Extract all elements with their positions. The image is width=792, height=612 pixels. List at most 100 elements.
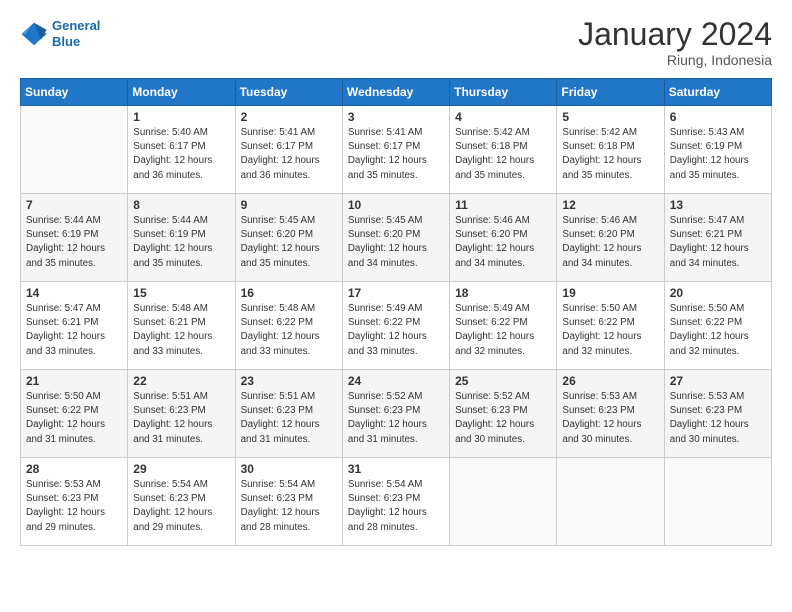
day-info: Sunrise: 5:54 AMSunset: 6:23 PMDaylight:… [241, 478, 337, 535]
day-info: Sunrise: 5:44 AMSunset: 6:19 PMDaylight:… [133, 214, 229, 271]
day-detail-line: Daylight: 12 hours [670, 331, 749, 342]
table-row [557, 458, 664, 546]
day-detail-line: Daylight: 12 hours [455, 419, 534, 430]
day-info: Sunrise: 5:43 AMSunset: 6:19 PMDaylight:… [670, 126, 766, 183]
table-row: 2 Sunrise: 5:41 AMSunset: 6:17 PMDaylight… [235, 106, 342, 194]
day-detail-line: Sunrise: 5:44 AM [133, 215, 208, 226]
day-detail-line: Sunset: 6:20 PM [241, 229, 313, 240]
header-tuesday: Tuesday [235, 79, 342, 106]
day-info: Sunrise: 5:42 AM Sunset: 6:18 PM Daylight:… [562, 126, 658, 183]
day-detail-line: and 34 minutes. [348, 258, 418, 269]
day-number: 30 [241, 462, 337, 476]
day-detail-line: and 35 minutes. [133, 258, 203, 269]
day-detail-line: Daylight: 12 hours [133, 243, 212, 254]
day-number: 10 [348, 198, 444, 212]
day-info: Sunrise: 5:45 AMSunset: 6:20 PMDaylight:… [241, 214, 337, 271]
day-info: Sunrise: 5:47 AMSunset: 6:21 PMDaylight:… [670, 214, 766, 271]
day-number: 23 [241, 374, 337, 388]
table-row: 30 Sunrise: 5:54 AMSunset: 6:23 PMDayligh… [235, 458, 342, 546]
table-row: 11Sunrise: 5:46 AMSunset: 6:20 PMDayligh… [450, 194, 557, 282]
day-info: Sunrise: 5:45 AMSunset: 6:20 PMDaylight:… [348, 214, 444, 271]
table-row: 13 Sunrise: 5:47 AMSunset: 6:21 PMDayligh… [664, 194, 771, 282]
day-number: 25 [455, 374, 551, 388]
day-detail-line: Daylight: 12 hours [26, 243, 105, 254]
day-detail-line: Sunrise: 5:40 AM [133, 127, 208, 138]
day-detail-line: Sunrise: 5:46 AM [562, 215, 637, 226]
table-row: 9 Sunrise: 5:45 AMSunset: 6:20 PMDaylight… [235, 194, 342, 282]
day-number: 26 [562, 374, 658, 388]
day-detail-line: Sunrise: 5:53 AM [670, 391, 745, 402]
table-row: 12Sunrise: 5:46 AMSunset: 6:20 PMDayligh… [557, 194, 664, 282]
day-detail-line: and 34 minutes. [562, 258, 632, 269]
day-detail-line: and 33 minutes. [348, 346, 418, 357]
day-detail-line: Daylight: 12 hours [133, 507, 212, 518]
day-detail-line: Sunrise: 5:50 AM [26, 391, 101, 402]
table-row: 19Sunrise: 5:50 AMSunset: 6:22 PMDayligh… [557, 282, 664, 370]
day-info: Sunrise: 5:46 AMSunset: 6:20 PMDaylight:… [455, 214, 551, 271]
day-info: Sunrise: 5:53 AMSunset: 6:23 PMDaylight:… [26, 478, 122, 535]
day-detail-line: Daylight: 12 hours [241, 419, 320, 430]
day-detail-line: and 35 minutes. [348, 170, 418, 181]
table-row [450, 458, 557, 546]
day-detail-line: Sunrise: 5:49 AM [455, 303, 530, 314]
day-info: Sunrise: 5:54 AMSunset: 6:23 PMDaylight:… [133, 478, 229, 535]
day-number: 15 [133, 286, 229, 300]
day-detail-line: Sunset: 6:22 PM [348, 317, 420, 328]
day-info: Sunrise: 5:50 AMSunset: 6:22 PMDaylight:… [26, 390, 122, 447]
table-row: 10 Sunrise: 5:45 AMSunset: 6:20 PMDayligh… [342, 194, 449, 282]
day-detail-line: Daylight: 12 hours [348, 507, 427, 518]
day-number: 20 [670, 286, 766, 300]
day-detail-line: Daylight: 12 hours [241, 155, 320, 166]
page: General Blue January 2024 Riung, Indones… [0, 0, 792, 612]
day-detail-line: and 33 minutes. [241, 346, 311, 357]
table-row: 24Sunrise: 5:52 AMSunset: 6:23 PMDayligh… [342, 370, 449, 458]
day-info: Sunrise: 5:40 AMSunset: 6:17 PMDaylight:… [133, 126, 229, 183]
table-row: 6 Sunrise: 5:43 AMSunset: 6:19 PMDaylight… [664, 106, 771, 194]
day-detail-line: Sunrise: 5:54 AM [348, 479, 423, 490]
day-detail-line: Daylight: 12 hours [670, 243, 749, 254]
table-row: 26Sunrise: 5:53 AMSunset: 6:23 PMDayligh… [557, 370, 664, 458]
table-row: 31 Sunrise: 5:54 AM Sunset: 6:23 PM Dayligh… [342, 458, 449, 546]
day-detail-line: Sunset: 6:18 PM [562, 141, 634, 152]
day-detail-line: and 31 minutes. [348, 434, 418, 445]
day-detail-line: and 34 minutes. [455, 258, 525, 269]
day-number: 31 [348, 462, 444, 476]
day-detail-line: Sunset: 6:23 PM [348, 493, 420, 504]
day-info: Sunrise: 5:41 AMSunset: 6:17 PMDaylight:… [241, 126, 337, 183]
day-detail-line: Daylight: 12 hours [133, 331, 212, 342]
day-detail-line: and 32 minutes. [670, 346, 740, 357]
table-row: 1Sunrise: 5:40 AMSunset: 6:17 PMDaylight… [128, 106, 235, 194]
day-detail-line: and 36 minutes. [133, 170, 203, 181]
day-detail-line: and 29 minutes. [26, 522, 96, 533]
day-detail-line: and 35 minutes. [26, 258, 96, 269]
day-info: Sunrise: 5:48 AMSunset: 6:22 PMDaylight:… [241, 302, 337, 359]
day-detail-line: Sunrise: 5:42 AM [562, 127, 637, 138]
day-number: 5 [562, 110, 658, 124]
day-number: 3 [348, 110, 444, 124]
day-detail-line: Sunrise: 5:50 AM [670, 303, 745, 314]
day-info: Sunrise: 5:52 AMSunset: 6:23 PMDaylight:… [348, 390, 444, 447]
day-info: Sunrise: 5:54 AM Sunset: 6:23 PM Daylight:… [348, 478, 444, 535]
table-row: 15 Sunrise: 5:48 AMSunset: 6:21 PMDayligh… [128, 282, 235, 370]
day-number: 13 [670, 198, 766, 212]
day-detail-line: Sunrise: 5:41 AM [241, 127, 316, 138]
day-detail-line: Daylight: 12 hours [348, 419, 427, 430]
day-detail-line: Sunset: 6:23 PM [26, 493, 98, 504]
day-info: Sunrise: 5:48 AMSunset: 6:21 PMDaylight:… [133, 302, 229, 359]
day-number: 6 [670, 110, 766, 124]
day-detail-line: Daylight: 12 hours [562, 155, 641, 166]
day-number: 2 [241, 110, 337, 124]
day-number: 9 [241, 198, 337, 212]
day-detail-line: Sunset: 6:18 PM [455, 141, 527, 152]
day-detail-line: and 32 minutes. [455, 346, 525, 357]
day-detail-line: and 35 minutes. [455, 170, 525, 181]
week-row-4: 21Sunrise: 5:50 AMSunset: 6:22 PMDayligh… [21, 370, 772, 458]
day-detail-line: Daylight: 12 hours [241, 507, 320, 518]
day-number: 17 [348, 286, 444, 300]
day-number: 14 [26, 286, 122, 300]
day-detail-line: and 35 minutes. [241, 258, 311, 269]
day-detail-line: Sunrise: 5:47 AM [670, 215, 745, 226]
day-detail-line: Daylight: 12 hours [348, 155, 427, 166]
day-detail-line: Daylight: 12 hours [670, 419, 749, 430]
day-detail-line: Sunrise: 5:52 AM [348, 391, 423, 402]
